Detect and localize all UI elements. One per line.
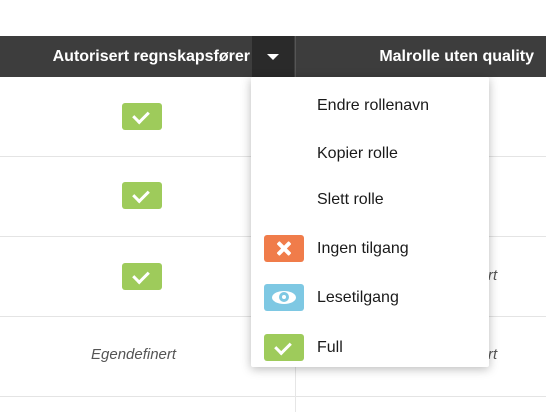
menu-item-label: Slett rolle xyxy=(317,191,384,208)
check-icon[interactable] xyxy=(122,103,162,130)
check-icon[interactable] xyxy=(122,263,162,290)
menu-item-label: Endre rollenavn xyxy=(317,97,430,114)
menu-item-lesetilgang[interactable]: Lesetilgang xyxy=(251,278,489,318)
table-cell-text: rt xyxy=(488,267,498,284)
menu-item-endre-rollenavn[interactable]: Endre rollenavn xyxy=(251,86,489,126)
table-cell-text: Egendefinert xyxy=(91,346,177,363)
menu-item-label: Lesetilgang xyxy=(317,289,399,306)
eye-icon xyxy=(264,284,304,311)
caret-down-icon xyxy=(267,54,279,60)
table-cell-text: rt xyxy=(488,346,498,363)
x-icon xyxy=(264,235,304,262)
column-header-malrolle-uten-quality[interactable]: Malrolle uten quality xyxy=(296,36,534,77)
menu-item-slett-rolle[interactable]: Slett rolle xyxy=(251,180,489,220)
menu-item-label: Full xyxy=(317,339,343,356)
menu-item-label: Ingen tilgang xyxy=(317,240,409,257)
check-icon xyxy=(264,334,304,361)
menu-item-full[interactable]: Full xyxy=(251,328,489,368)
column-header-autorisert-regnskapsforer[interactable]: Autorisert regnskapsfører xyxy=(0,36,250,77)
menu-item-kopier-rolle[interactable]: Kopier rolle xyxy=(251,134,489,174)
menu-item-ingen-tilgang[interactable]: Ingen tilgang xyxy=(251,229,489,269)
check-icon[interactable] xyxy=(122,182,162,209)
column-dropdown-menu: Endre rollenavn Kopier rolle Slett rolle… xyxy=(251,77,489,367)
column-menu-toggle[interactable] xyxy=(252,36,294,77)
menu-item-label: Kopier rolle xyxy=(317,145,398,162)
table-header: Autorisert regnskapsfører Malrolle uten … xyxy=(0,36,546,77)
